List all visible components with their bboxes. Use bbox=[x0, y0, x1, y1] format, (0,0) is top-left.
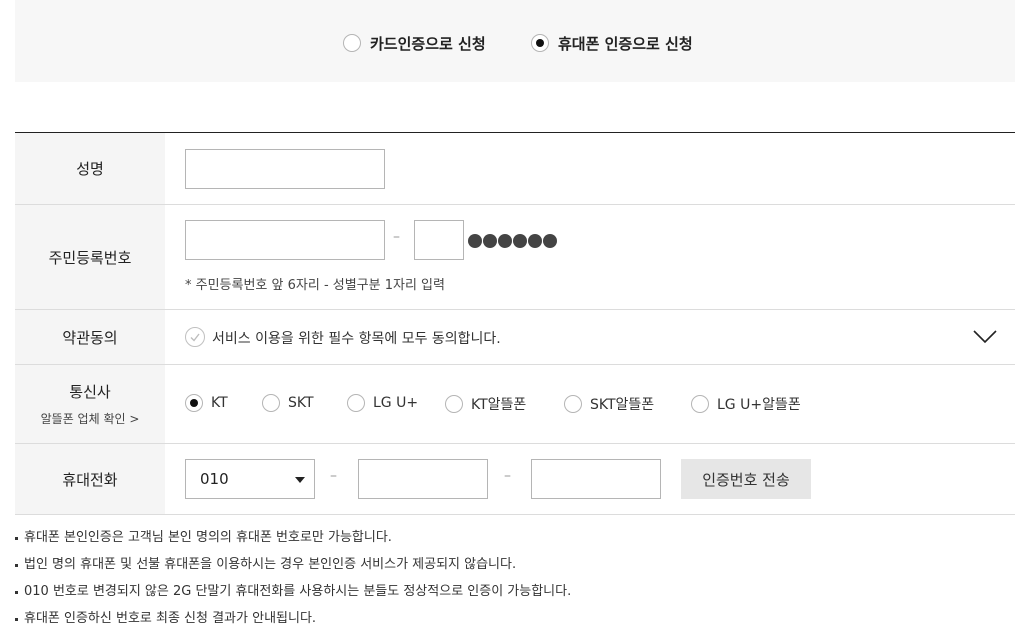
phone-row: 휴대전화 010 – – 인증번호 전송 bbox=[15, 444, 1015, 515]
mask-dot bbox=[483, 234, 497, 248]
caret-down-icon bbox=[295, 477, 305, 483]
method-phone-label: 휴대폰 인증으로 신청 bbox=[558, 34, 693, 53]
carrier-label-lgu: LG U+ bbox=[373, 395, 419, 411]
radio-icon[interactable] bbox=[531, 34, 549, 52]
phone-prefix-select[interactable]: 010 bbox=[185, 459, 315, 499]
rrn-label: 주민등록번호 bbox=[48, 248, 132, 267]
carrier-row: 통신사 알뜰폰 업체 확인 > KT SKT LG U+ KT알뜰폰 SKT알뜰… bbox=[15, 365, 1015, 444]
mask-dot bbox=[468, 234, 482, 248]
radio-icon[interactable] bbox=[564, 395, 582, 413]
rrn-hint: * 주민등록번호 앞 6자리 - 성별구분 1자리 입력 bbox=[185, 278, 445, 293]
phone-label-cell: 휴대전화 bbox=[15, 444, 165, 514]
carrier-label: 통신사 bbox=[69, 383, 111, 401]
phone-prefix-value: 010 bbox=[200, 470, 229, 488]
notice-item: 휴대폰 본인인증은 고객님 본인 명의의 휴대폰 번호로만 가능합니다. bbox=[15, 528, 571, 555]
carrier-label-cell: 통신사 알뜰폰 업체 확인 > bbox=[15, 365, 165, 443]
terms-agree-text[interactable]: 서비스 이용을 위한 필수 항목에 모두 동의합니다. bbox=[212, 328, 501, 348]
carrier-label-lgu-mvno: LG U+알뜰폰 bbox=[717, 397, 801, 413]
terms-label: 약관동의 bbox=[62, 328, 118, 347]
carrier-label-skt: SKT bbox=[288, 395, 314, 411]
carrier-label-kt: KT bbox=[211, 395, 228, 411]
carrier-option-skt-mvno[interactable]: SKT알뜰폰 bbox=[564, 394, 654, 414]
verification-method-panel: 카드인증으로 신청 휴대폰 인증으로 신청 bbox=[15, 0, 1015, 82]
carrier-label-skt-mvno: SKT알뜰폰 bbox=[590, 397, 655, 413]
notice-item: 휴대폰 인증하신 번호로 최종 신청 결과가 안내됩니다. bbox=[15, 609, 571, 636]
rrn-row: 주민등록번호 – * 주민등록번호 앞 6자리 - 성별구분 1자리 입력 bbox=[15, 205, 1015, 310]
method-card-label: 카드인증으로 신청 bbox=[370, 34, 486, 53]
notice-item: 법인 명의 휴대폰 및 선불 휴대폰을 이용하시는 경우 본인인증 서비스가 제… bbox=[15, 555, 571, 582]
name-label: 성명 bbox=[76, 160, 104, 178]
method-phone-option[interactable]: 휴대폰 인증으로 신청 bbox=[531, 33, 693, 53]
radio-icon[interactable] bbox=[343, 34, 361, 52]
rrn-gender-input[interactable] bbox=[414, 220, 464, 260]
carrier-option-kt-mvno[interactable]: KT알뜰폰 bbox=[445, 394, 526, 414]
notice-list: 휴대폰 본인인증은 고객님 본인 명의의 휴대폰 번호로만 가능합니다. 법인 … bbox=[15, 528, 571, 636]
carrier-option-lgu[interactable]: LG U+ bbox=[347, 394, 418, 412]
rrn-dash: – bbox=[393, 229, 400, 245]
send-code-button[interactable]: 인증번호 전송 bbox=[681, 459, 811, 499]
terms-row: 약관동의 서비스 이용을 위한 필수 항목에 모두 동의합니다. bbox=[15, 310, 1015, 365]
name-label-cell: 성명 bbox=[15, 133, 165, 204]
rrn-front-input[interactable] bbox=[185, 220, 385, 260]
carrier-option-kt[interactable]: KT bbox=[185, 394, 228, 412]
radio-icon[interactable] bbox=[347, 394, 365, 412]
name-input[interactable] bbox=[185, 149, 385, 189]
chevron-down-icon[interactable] bbox=[973, 330, 997, 344]
phone-dash-1: – bbox=[330, 468, 337, 484]
mask-dot bbox=[528, 234, 542, 248]
carrier-option-lgu-mvno[interactable]: LG U+알뜰폰 bbox=[691, 394, 801, 414]
phone-dash-2: – bbox=[504, 468, 511, 484]
phone-last-input[interactable] bbox=[531, 459, 661, 499]
name-row: 성명 bbox=[15, 133, 1015, 205]
mask-dot bbox=[543, 234, 557, 248]
mask-dot bbox=[498, 234, 512, 248]
terms-label-cell: 약관동의 bbox=[15, 310, 165, 364]
radio-icon[interactable] bbox=[691, 395, 709, 413]
method-card-option[interactable]: 카드인증으로 신청 bbox=[343, 33, 486, 53]
carrier-label-kt-mvno: KT알뜰폰 bbox=[471, 397, 527, 413]
radio-icon[interactable] bbox=[445, 395, 463, 413]
check-circle-icon[interactable] bbox=[185, 327, 205, 347]
phone-middle-input[interactable] bbox=[358, 459, 488, 499]
radio-icon[interactable] bbox=[262, 394, 280, 412]
mask-dot bbox=[513, 234, 527, 248]
notice-item: 010 번호로 변경되지 않은 2G 단말기 휴대전화를 사용하시는 분들도 정… bbox=[15, 582, 571, 609]
rrn-label-cell: 주민등록번호 bbox=[15, 205, 165, 309]
mvno-check-link[interactable]: 알뜰폰 업체 확인 > bbox=[41, 410, 140, 427]
phone-label: 휴대전화 bbox=[62, 470, 118, 489]
radio-icon[interactable] bbox=[185, 394, 203, 412]
carrier-option-skt[interactable]: SKT bbox=[262, 394, 314, 412]
